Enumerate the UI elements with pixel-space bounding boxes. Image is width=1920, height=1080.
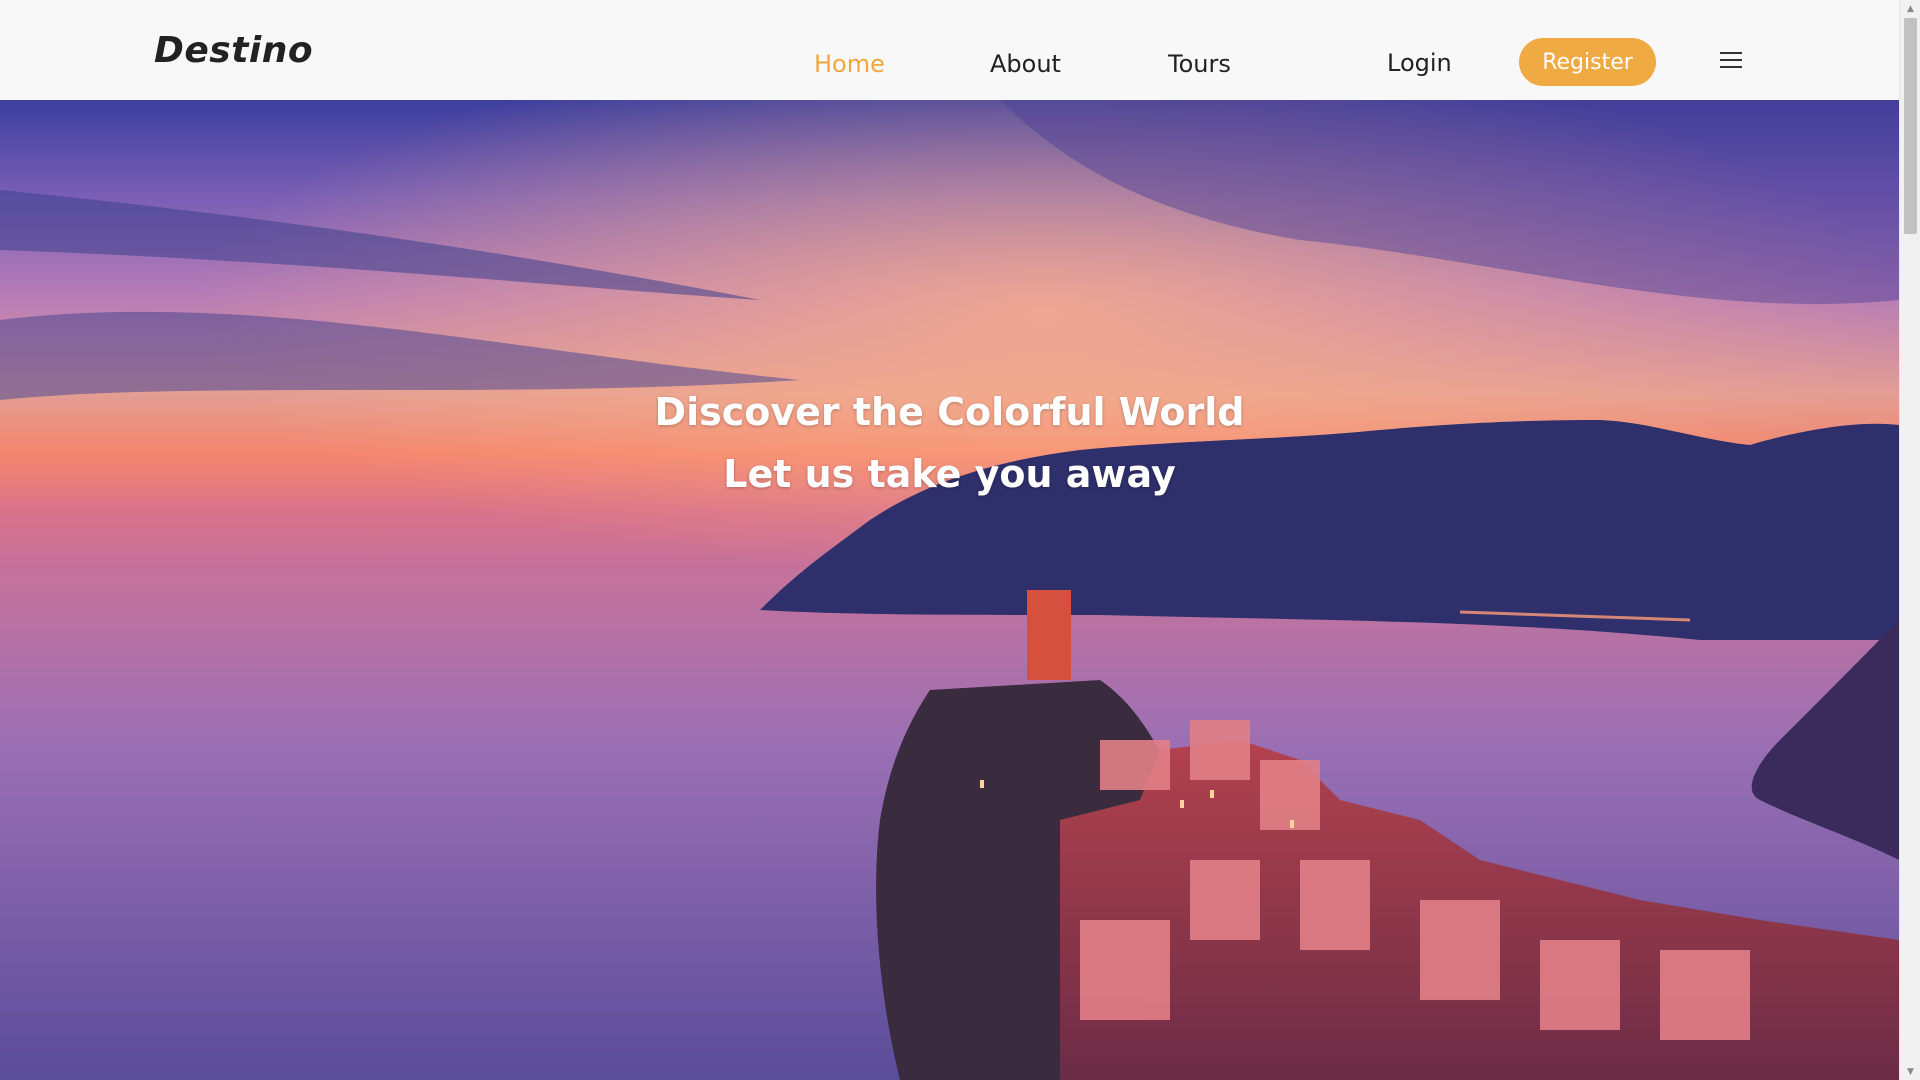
hero-section: Discover the Colorful World Let us take … [0, 100, 1899, 1080]
login-link[interactable]: Login [1387, 49, 1452, 77]
hero-subtitle: Let us take you away [723, 452, 1176, 496]
nav-about-link[interactable]: About [990, 50, 1061, 78]
brand-logo[interactable]: Destino [154, 30, 313, 71]
register-button[interactable]: Register [1519, 38, 1656, 86]
vertical-scrollbar[interactable]: ▲ ▼ [1899, 0, 1920, 1080]
nav-home-link[interactable]: Home [814, 50, 885, 78]
navbar: Destino Home About Tours Login Register [0, 0, 1899, 100]
nav-tours-link[interactable]: Tours [1168, 50, 1231, 78]
hero-title: Discover the Colorful World [654, 390, 1245, 434]
scrollbar-thumb[interactable] [1904, 18, 1917, 234]
hamburger-menu-icon[interactable] [1720, 52, 1742, 70]
scroll-down-arrow-icon[interactable]: ▼ [1900, 1063, 1920, 1080]
page: Destino Home About Tours Login Register [0, 0, 1920, 1080]
hero-background-image [0, 100, 1899, 1080]
scroll-up-arrow-icon[interactable]: ▲ [1900, 0, 1920, 17]
